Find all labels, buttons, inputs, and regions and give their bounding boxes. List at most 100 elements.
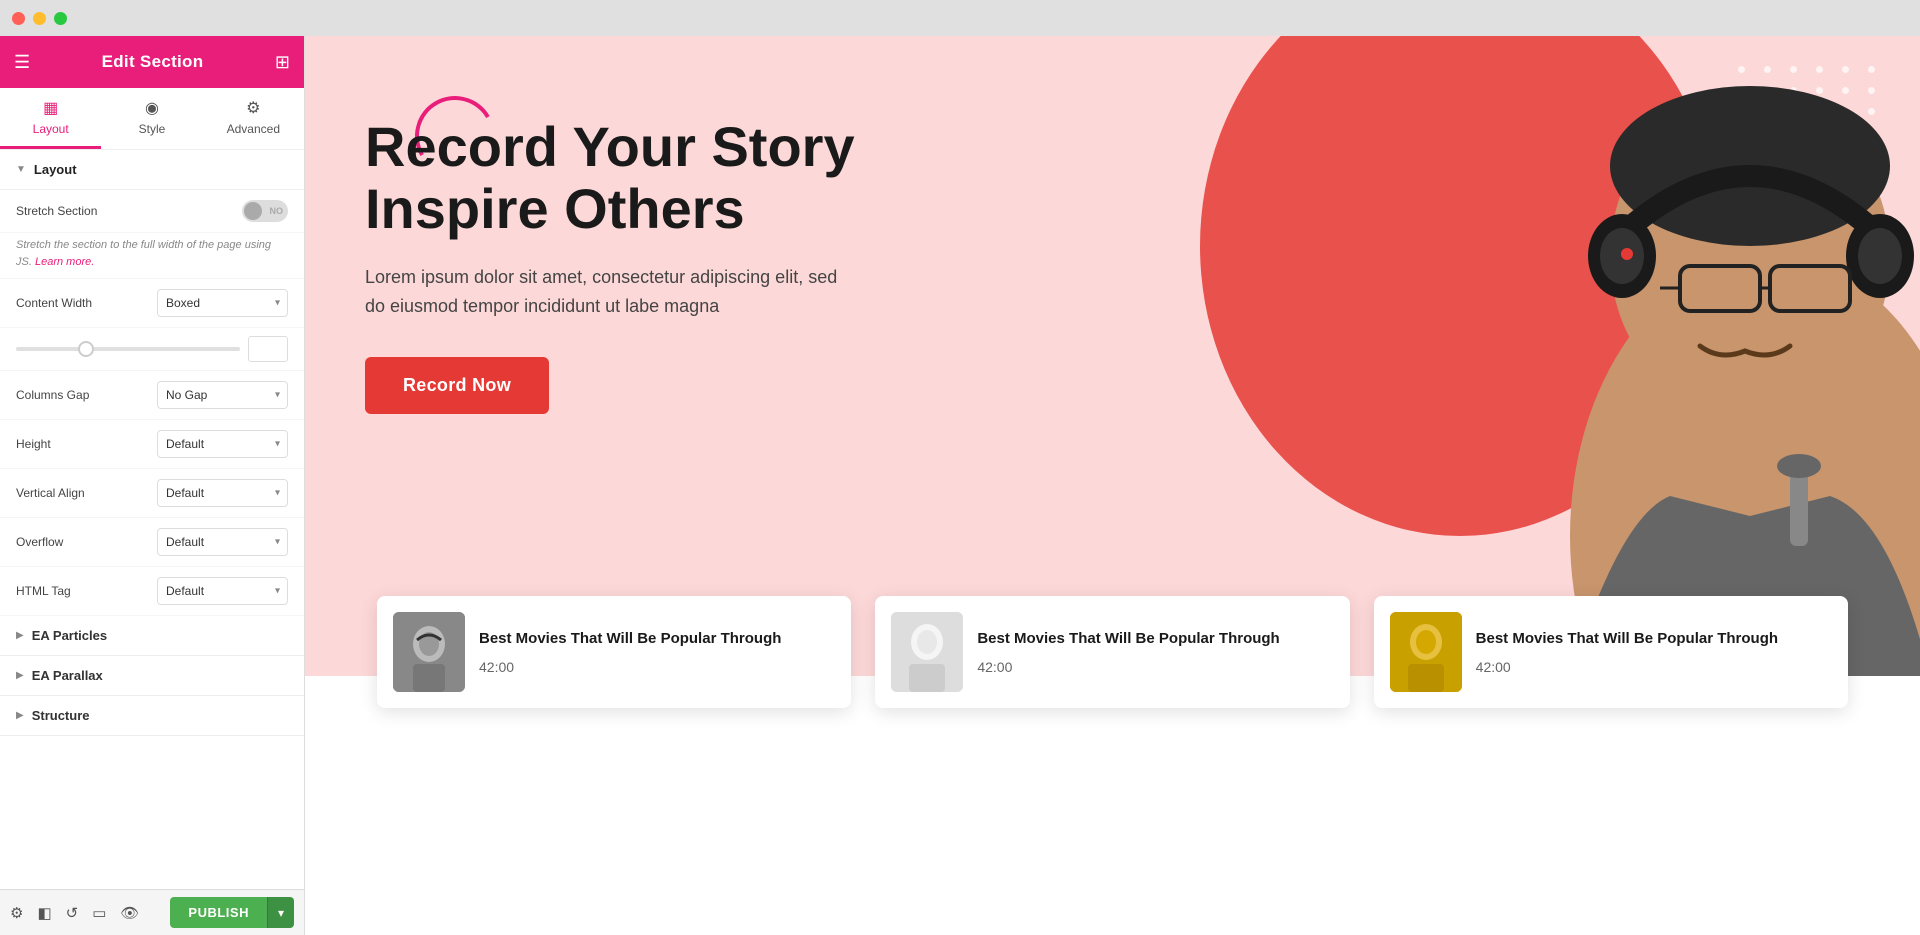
- width-slider[interactable]: [16, 347, 240, 351]
- card-info-2: Best Movies That Will Be Popular Through…: [977, 629, 1333, 675]
- slider-value-input[interactable]: [248, 336, 288, 362]
- card-thumb-1: [393, 612, 465, 692]
- tab-advanced[interactable]: ⚙ Advanced: [203, 88, 304, 149]
- vertical-align-select-wrap: Default Top Middle Bottom ▾: [157, 479, 288, 507]
- style-tab-icon: ◉: [145, 98, 159, 118]
- structure-caret-icon: ▶: [16, 710, 24, 721]
- cards-section: Best Movies That Will Be Popular Through…: [305, 596, 1920, 708]
- layout-tab-icon: ▦: [43, 98, 58, 118]
- structure-label: Structure: [32, 708, 90, 723]
- panel-header: ☰ Edit Section ⊞: [0, 36, 304, 88]
- card-time-3: 42:00: [1476, 659, 1832, 675]
- slider-row: [0, 328, 304, 371]
- columns-gap-select[interactable]: No Gap Narrow Default Wide: [157, 381, 288, 409]
- movie-card-1: Best Movies That Will Be Popular Through…: [377, 596, 851, 708]
- layout-section-label: Layout: [34, 162, 77, 177]
- html-tag-row: HTML Tag Default header main footer sect…: [0, 567, 304, 616]
- publish-btn-group: PUBLISH ▾: [170, 897, 294, 928]
- stretch-toggle[interactable]: NO: [242, 200, 288, 222]
- left-panel: ☰ Edit Section ⊞ ▦ Layout ◉ Style ⚙ Adva…: [0, 36, 305, 935]
- responsive-icon[interactable]: ▭: [92, 904, 106, 922]
- html-tag-select[interactable]: Default header main footer section: [157, 577, 288, 605]
- layers-icon[interactable]: ◧: [37, 904, 51, 922]
- structure-header[interactable]: ▶ Structure: [0, 696, 304, 735]
- layout-arrow-icon: ▼: [16, 164, 26, 175]
- tab-style-label: Style: [139, 122, 166, 136]
- ea-particles-label: EA Particles: [32, 628, 107, 643]
- vertical-align-row: Vertical Align Default Top Middle Bottom…: [0, 469, 304, 518]
- toggle-knob: [244, 202, 262, 220]
- traffic-light-yellow[interactable]: [33, 12, 46, 25]
- card-title-1: Best Movies That Will Be Popular Through: [479, 629, 835, 649]
- card-thumb-2: [891, 612, 963, 692]
- height-select-wrap: Default Fit to Screen Min Height ▾: [157, 430, 288, 458]
- card-info-1: Best Movies That Will Be Popular Through…: [479, 629, 835, 675]
- hero-person-image: [1190, 36, 1920, 676]
- panel-title: Edit Section: [102, 52, 204, 72]
- publish-dropdown-button[interactable]: ▾: [267, 897, 294, 928]
- card-thumb-3: [1390, 612, 1462, 692]
- content-width-select-wrap: Boxed Full Width ▾: [157, 289, 288, 317]
- traffic-light-red[interactable]: [12, 12, 25, 25]
- tab-style[interactable]: ◉ Style: [101, 88, 202, 149]
- structure-section: ▶ Structure: [0, 696, 304, 736]
- height-label: Height: [16, 437, 147, 451]
- tab-layout[interactable]: ▦ Layout: [0, 88, 101, 149]
- history-icon[interactable]: ↺: [66, 904, 79, 922]
- settings-icon[interactable]: ⚙: [10, 904, 23, 922]
- columns-gap-label: Columns Gap: [16, 388, 147, 402]
- stretch-section-label: Stretch Section: [16, 204, 232, 218]
- hamburger-icon[interactable]: ☰: [14, 52, 30, 73]
- publish-button[interactable]: PUBLISH: [170, 897, 267, 928]
- columns-gap-row: Columns Gap No Gap Narrow Default Wide ▾: [0, 371, 304, 420]
- bottom-bar: ⚙ ◧ ↺ ▭ 👁 PUBLISH ▾: [0, 889, 304, 935]
- slider-container: [16, 336, 288, 362]
- overflow-select[interactable]: Default Hidden: [157, 528, 288, 556]
- ea-parallax-section: ▶ EA Parallax: [0, 656, 304, 696]
- advanced-tab-icon: ⚙: [246, 98, 260, 118]
- content-width-row: Content Width Boxed Full Width ▾: [0, 279, 304, 328]
- html-tag-select-wrap: Default header main footer section ▾: [157, 577, 288, 605]
- overflow-row: Overflow Default Hidden ▾: [0, 518, 304, 567]
- ea-particles-header[interactable]: ▶ EA Particles: [0, 616, 304, 655]
- layout-section-heading[interactable]: ▼ Layout: [0, 150, 304, 190]
- content-width-label: Content Width: [16, 296, 147, 310]
- learn-more-link[interactable]: Learn more.: [35, 256, 94, 268]
- hero-body-text: Lorem ipsum dolor sit amet, consectetur …: [365, 263, 845, 321]
- card-title-3: Best Movies That Will Be Popular Through: [1476, 629, 1832, 649]
- traffic-light-green[interactable]: [54, 12, 67, 25]
- preview-icon[interactable]: 👁: [120, 904, 139, 922]
- toggle-no-label: NO: [270, 206, 284, 216]
- title-bar: [0, 0, 1920, 36]
- tab-layout-label: Layout: [33, 122, 69, 136]
- height-row: Height Default Fit to Screen Min Height …: [0, 420, 304, 469]
- tab-advanced-label: Advanced: [227, 122, 280, 136]
- ea-particles-section: ▶ EA Particles: [0, 616, 304, 656]
- record-now-button[interactable]: Record Now: [365, 357, 549, 414]
- ea-parallax-label: EA Parallax: [32, 668, 103, 683]
- panel-body: ▼ Layout Stretch Section NO Stretch the …: [0, 150, 304, 889]
- overflow-select-wrap: Default Hidden ▾: [157, 528, 288, 556]
- card-time-2: 42:00: [977, 659, 1333, 675]
- hero-section: Record Your Story Inspire Others Lorem i…: [305, 36, 1920, 676]
- app-body: ☰ Edit Section ⊞ ▦ Layout ◉ Style ⚙ Adva…: [0, 36, 1920, 935]
- canvas-area: Record Your Story Inspire Others Lorem i…: [305, 36, 1920, 935]
- ea-particles-caret-icon: ▶: [16, 630, 24, 641]
- height-select[interactable]: Default Fit to Screen Min Height: [157, 430, 288, 458]
- stretch-section-row: Stretch Section NO: [0, 190, 304, 233]
- grid-icon[interactable]: ⊞: [275, 52, 290, 73]
- panel-tabs: ▦ Layout ◉ Style ⚙ Advanced: [0, 88, 304, 150]
- vertical-align-select[interactable]: Default Top Middle Bottom: [157, 479, 288, 507]
- card-title-2: Best Movies That Will Be Popular Through: [977, 629, 1333, 649]
- overflow-label: Overflow: [16, 535, 147, 549]
- card-time-1: 42:00: [479, 659, 835, 675]
- hero-content: Record Your Story Inspire Others Lorem i…: [365, 116, 855, 414]
- vertical-align-label: Vertical Align: [16, 486, 147, 500]
- html-tag-label: HTML Tag: [16, 584, 147, 598]
- movie-card-3: Best Movies That Will Be Popular Through…: [1374, 596, 1848, 708]
- ea-parallax-header[interactable]: ▶ EA Parallax: [0, 656, 304, 695]
- columns-gap-select-wrap: No Gap Narrow Default Wide ▾: [157, 381, 288, 409]
- stretch-info: Stretch the section to the full width of…: [0, 233, 304, 279]
- content-width-select[interactable]: Boxed Full Width: [157, 289, 288, 317]
- card-info-3: Best Movies That Will Be Popular Through…: [1476, 629, 1832, 675]
